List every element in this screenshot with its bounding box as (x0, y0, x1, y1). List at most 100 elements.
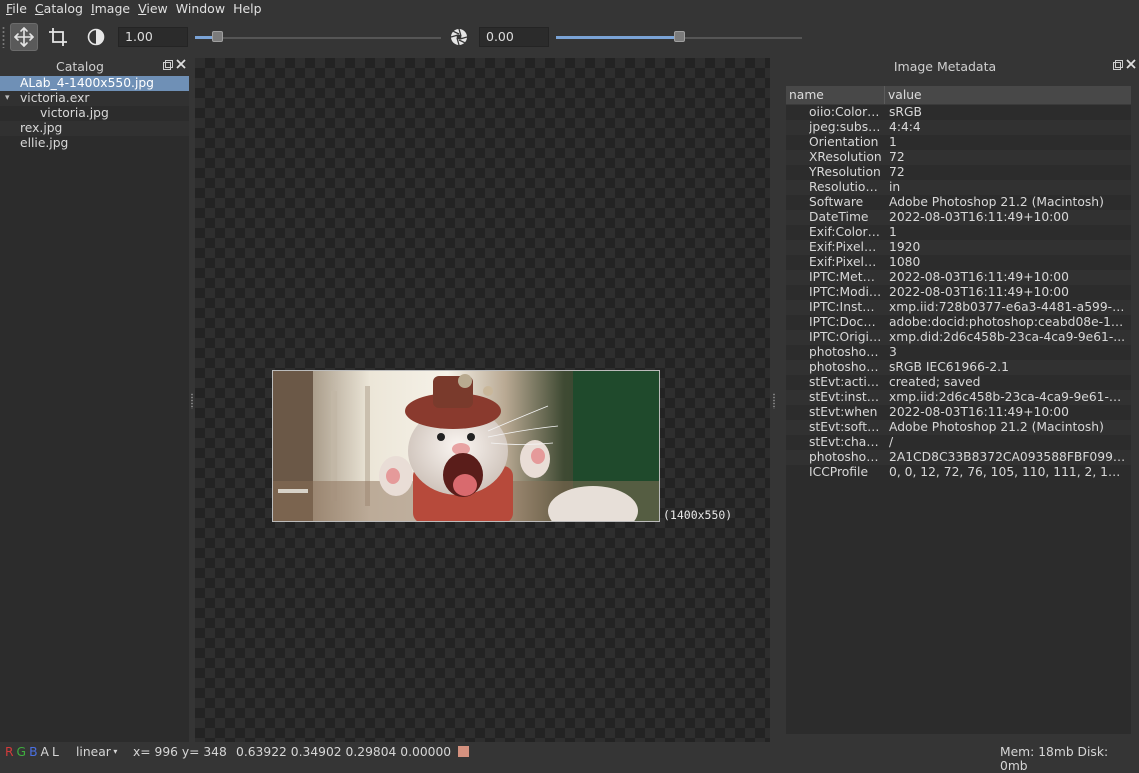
expander-arrow-icon[interactable]: ▾ (5, 91, 10, 106)
metadata-row[interactable]: stEvt:action created; saved (786, 375, 1131, 390)
catalog-float-icon[interactable] (163, 60, 173, 72)
metadata-row[interactable]: Orientation 1 (786, 135, 1131, 150)
catalog-title: Catalog (55, 59, 104, 74)
menu-bar: File Catalog Image View Window Help (0, 0, 1139, 17)
metadata-key: Software (809, 195, 864, 209)
metadata-key: stEvt:changed (809, 435, 882, 449)
catalog-item[interactable]: ellie.jpg (0, 136, 189, 151)
catalog-list: ALab_4-1400x550.jpg ▾ victoria.exr victoria… (0, 76, 189, 742)
metadata-row[interactable]: IPTC:MetadataDate 2022-08-03T16:11:49+10:… (786, 270, 1131, 285)
metadata-row[interactable]: ICCProfile 0, 0, 12, 72, 76, 105, 110, 11… (786, 465, 1131, 480)
metadata-key: stEvt:when (809, 405, 878, 419)
metadata-key: jpeg:subsampling (809, 120, 882, 134)
metadata-row[interactable]: Exif:ColorSpace 1 (786, 225, 1131, 240)
metadata-value: in (889, 180, 901, 194)
channel-selector[interactable]: RGBAL (5, 745, 62, 759)
metadata-key: YResolution (809, 165, 881, 179)
metadata-value: sRGB (889, 105, 922, 119)
exposure-slider-track[interactable] (195, 37, 441, 39)
metadata-float-icon[interactable] (1113, 60, 1123, 72)
channel-a-toggle[interactable]: A (41, 745, 49, 759)
metadata-row[interactable]: stEvt:changed / (786, 435, 1131, 450)
crop-tool-button[interactable] (44, 23, 72, 51)
metadata-row[interactable]: jpeg:subsampling 4:4:4 (786, 120, 1131, 135)
metadata-value: 4:4:4 (889, 120, 921, 134)
catalog-item[interactable]: rex.jpg (0, 121, 189, 136)
catalog-item[interactable]: ALab_4-1400x550.jpg (0, 76, 189, 91)
channel-b-toggle[interactable]: B (29, 745, 37, 759)
metadata-close-icon[interactable] (1126, 59, 1136, 71)
menu-item-view[interactable]: View (132, 1, 168, 16)
metadata-key: photoshop:DocumentAncestors (809, 450, 882, 464)
menu-item-image[interactable]: Image (85, 1, 130, 16)
exposure-button[interactable] (82, 23, 110, 51)
metadata-row[interactable]: DateTime 2022-08-03T16:11:49+10:00 (786, 210, 1131, 225)
metadata-row[interactable]: IPTC:InstanceID xmp.iid:728b0377-e6a3-448… (786, 300, 1131, 315)
metadata-row[interactable]: stEvt:when 2022-08-03T16:11:49+10:00 (786, 405, 1131, 420)
move-icon (14, 27, 34, 47)
metadata-row[interactable]: IPTC:OriginalDocumentID xmp.did:2d6c458b-… (786, 330, 1131, 345)
metadata-key: IPTC:MetadataDate (809, 270, 882, 284)
column-header-value[interactable]: value (888, 88, 922, 102)
menu-item-window[interactable]: Window (170, 1, 225, 16)
metadata-key: stEvt:action (809, 375, 882, 389)
metadata-row[interactable]: ResolutionUnit in (786, 180, 1131, 195)
channel-r-toggle[interactable]: R (5, 745, 14, 759)
right-splitter-handle[interactable] (773, 393, 775, 409)
offset-field[interactable]: 0.00 (479, 27, 549, 47)
aperture-icon (450, 28, 468, 46)
metadata-value: created; saved (889, 375, 981, 389)
catalog-item[interactable]: ▾ victoria.exr (0, 91, 189, 106)
metadata-row[interactable]: oiio:ColorSpace sRGB (786, 105, 1131, 120)
column-header-name[interactable]: name (789, 88, 824, 102)
metadata-row[interactable]: photoshop:ColorMode 3 (786, 345, 1131, 360)
metadata-row[interactable]: photoshop:DocumentAncestors 2A1CD8C33B837… (786, 450, 1131, 465)
metadata-value: xmp.did:2d6c458b-23ca-4ca9-9e61-... (889, 330, 1126, 344)
contrast-icon (87, 28, 105, 46)
offset-slider-handle[interactable] (674, 31, 685, 42)
metadata-key: stEvt:softwareAgent (809, 420, 882, 434)
metadata-key: ICCProfile (809, 465, 869, 479)
image-viewer[interactable]: (1400x550) (195, 58, 770, 742)
metadata-value: / (889, 435, 894, 449)
colorspace-label: linear (76, 745, 111, 759)
left-splitter-handle[interactable] (191, 393, 193, 409)
metadata-value: xmp.iid:2d6c458b-23ca-4ca9-9e61-4... (889, 390, 1127, 404)
catalog-close-icon[interactable] (176, 59, 186, 71)
menu-item-help[interactable]: Help (227, 1, 262, 16)
metadata-value: 2022-08-03T16:11:49+10:00 (889, 210, 1069, 224)
pixel-color-swatch (458, 746, 469, 757)
status-bar: RGBAL linear ▾ x= 996 y= 348 0.63922 0.3… (0, 743, 1139, 773)
chevron-down-icon: ▾ (110, 747, 118, 756)
metadata-value: Adobe Photoshop 21.2 (Macintosh) (889, 420, 1104, 434)
offset-slider-fill (556, 36, 679, 39)
metadata-row[interactable]: photoshop:ICCProfile sRGB IEC61966-2.1 (786, 360, 1131, 375)
cursor-coords: x= 996 y= 348 (133, 745, 227, 759)
metadata-key: Exif:PixelYDimension (809, 255, 882, 269)
toolbar-grip[interactable] (2, 26, 5, 48)
channel-g-toggle[interactable]: G (17, 745, 27, 759)
metadata-row[interactable]: XResolution 72 (786, 150, 1131, 165)
aperture-button[interactable] (445, 23, 473, 51)
image-canvas[interactable] (272, 370, 660, 522)
catalog-item[interactable]: victoria.jpg (0, 106, 189, 121)
move-tool-button[interactable] (10, 23, 38, 51)
menu-item-catalog[interactable]: Catalog (29, 1, 83, 16)
metadata-row[interactable]: stEvt:instanceID xmp.iid:2d6c458b-23ca-4c… (786, 390, 1131, 405)
metadata-row[interactable]: Exif:PixelYDimension 1080 (786, 255, 1131, 270)
exposure-slider-handle[interactable] (212, 31, 223, 42)
channel-l-toggle[interactable]: L (52, 745, 59, 759)
exposure-field[interactable]: 1.00 (118, 27, 188, 47)
metadata-value: 1 (889, 225, 897, 239)
colorspace-dropdown[interactable]: linear ▾ (76, 745, 117, 759)
metadata-row[interactable]: stEvt:softwareAgent Adobe Photoshop 21.2 … (786, 420, 1131, 435)
menu-item-file[interactable]: File (0, 1, 27, 16)
metadata-row[interactable]: IPTC:DocumentID adobe:docid:photoshop:cea… (786, 315, 1131, 330)
metadata-key: IPTC:InstanceID (809, 300, 882, 314)
metadata-row[interactable]: Exif:PixelXDimension 1920 (786, 240, 1131, 255)
metadata-key: Exif:ColorSpace (809, 225, 882, 239)
metadata-row[interactable]: IPTC:ModifyDate 2022-08-03T16:11:49+10:00 (786, 285, 1131, 300)
metadata-row[interactable]: Software Adobe Photoshop 21.2 (Macintosh) (786, 195, 1131, 210)
metadata-value: 2022-08-03T16:11:49+10:00 (889, 405, 1069, 419)
metadata-row[interactable]: YResolution 72 (786, 165, 1131, 180)
